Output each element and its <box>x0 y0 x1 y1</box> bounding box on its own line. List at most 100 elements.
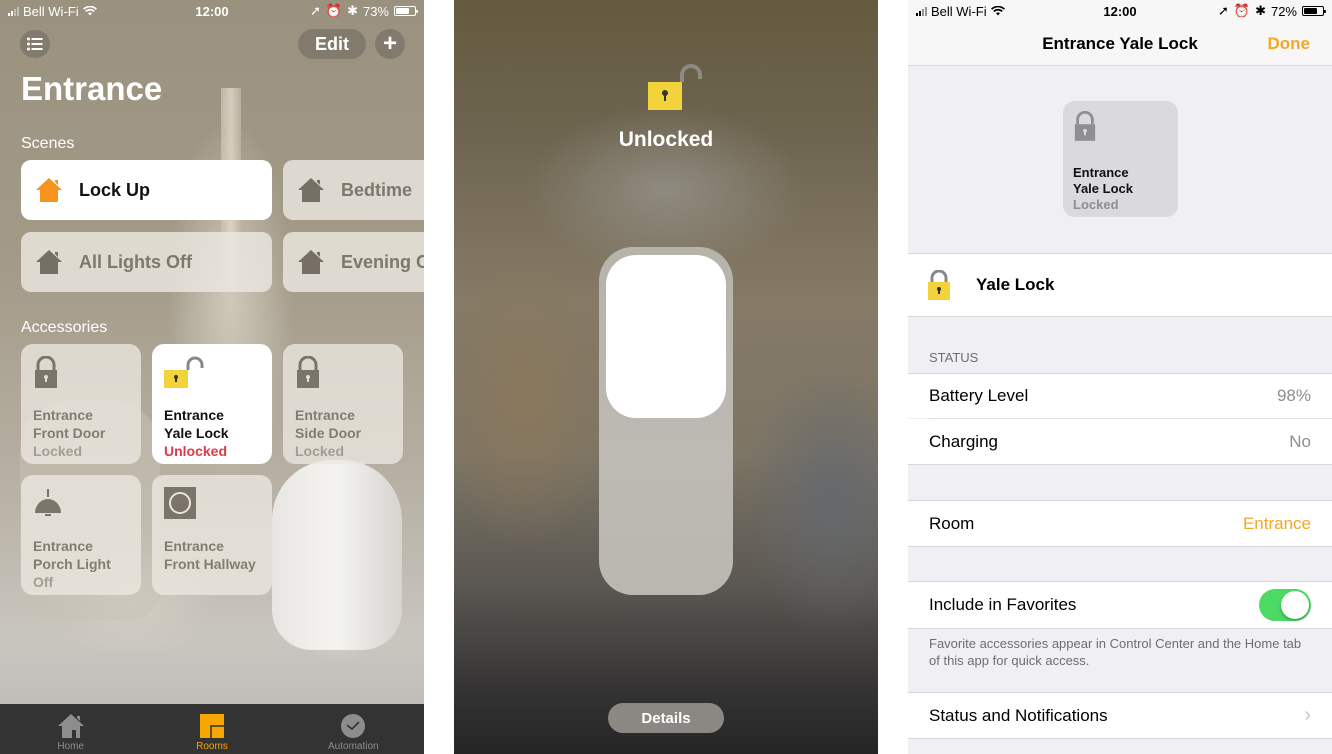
house-icon <box>36 250 62 274</box>
include-favorites-row: Include in Favorites <box>908 582 1332 628</box>
accessories-section-label: Accessories <box>21 319 108 336</box>
lock-state-label: Unlocked <box>618 128 714 151</box>
scene-evening[interactable]: Evening C <box>283 232 424 292</box>
status-section-header: STATUS <box>929 350 979 365</box>
row-label: Charging <box>929 431 998 451</box>
location-icon: ➚ <box>309 3 321 18</box>
accessory-name: Yale Lock <box>976 275 1055 294</box>
lock-open-icon <box>164 356 204 388</box>
alarm-icon: ⏰ <box>1233 3 1251 18</box>
scene-label: All Lights Off <box>79 251 192 272</box>
bluetooth-icon: ✱ <box>1255 3 1266 18</box>
preview-name: Yale Lock <box>1073 181 1133 196</box>
tab-bar: Home Rooms Automation <box>0 704 424 754</box>
tab-rooms[interactable]: Rooms <box>141 704 282 754</box>
accessory-status: Off <box>33 574 54 590</box>
scene-bedtime[interactable]: Bedtime <box>283 160 424 220</box>
room-title: Entrance <box>21 70 163 107</box>
accessory-tile-side-door[interactable]: Entrance Side Door Locked <box>283 344 403 464</box>
home-icon <box>57 714 84 738</box>
charging-row: Charging No <box>908 419 1332 464</box>
favorites-footnote: Favorite accessories appear in Control C… <box>929 636 1302 668</box>
accessory-room: Entrance <box>33 407 93 423</box>
navigation-bar: Entrance Yale Lock Done <box>908 22 1332 66</box>
accessory-room: Entrance <box>295 407 355 423</box>
toggle-thumb <box>1281 591 1309 619</box>
battery-percent: 72% <box>1270 3 1297 19</box>
accessory-status: Locked <box>33 443 83 459</box>
row-label: Status and Notifications <box>929 705 1108 725</box>
scene-all-lights-off[interactable]: All Lights Off <box>21 232 272 292</box>
accessory-details-screen: Bell Wi-Fi 12:00 ➚ ⏰ ✱ 72% Entrance Yale… <box>908 0 1332 754</box>
accessory-name: Side Door <box>295 425 362 441</box>
battery-percent: 73% <box>362 3 389 19</box>
accessory-tile-yale-lock[interactable]: Entrance Yale Lock Unlocked <box>152 344 272 464</box>
status-bar: Bell Wi-Fi 12:00 ➚ ⏰ ✱ 73% <box>0 0 424 22</box>
row-label: Room <box>929 513 975 533</box>
accessory-name-row[interactable]: Yale Lock <box>908 254 1332 316</box>
preview-status: Locked <box>1073 197 1119 212</box>
house-icon <box>36 178 62 202</box>
add-button[interactable]: + <box>375 29 405 59</box>
charging-value: No <box>1289 431 1311 451</box>
lock-switch-knob[interactable] <box>606 255 726 418</box>
accessory-name: Front Hallway <box>164 556 256 572</box>
lock-closed-icon <box>35 355 57 388</box>
row-label: Battery Level <box>929 386 1029 405</box>
bluetooth-icon: ✱ <box>347 3 358 18</box>
scene-label: Evening C <box>341 251 424 272</box>
favorites-toggle[interactable] <box>1259 589 1311 621</box>
lock-toggle-switch[interactable] <box>599 247 733 595</box>
room-row[interactable]: Room Entrance <box>908 501 1332 546</box>
status-notifications-row[interactable]: Status and Notifications › <box>908 693 1332 738</box>
lock-closed-icon <box>297 355 319 388</box>
accessory-name: Yale Lock <box>164 425 229 441</box>
house-icon <box>298 178 324 202</box>
battery-icon <box>394 6 418 16</box>
accessory-room: Entrance <box>164 407 224 423</box>
room-value[interactable]: Entrance <box>1243 514 1311 534</box>
row-label: Include in Favorites <box>929 595 1077 614</box>
details-button[interactable]: Details <box>608 703 724 733</box>
battery-level-value: 98% <box>1276 386 1311 405</box>
accessory-tile-front-door[interactable]: Entrance Front Door Locked <box>21 344 141 464</box>
pendant-light-icon <box>35 489 61 516</box>
scene-label: Lock Up <box>79 179 151 200</box>
lock-control-screen: Unlocked Details <box>454 0 878 754</box>
accessory-status: Unlocked <box>164 443 228 459</box>
tab-automation[interactable]: Automation <box>283 704 424 754</box>
menu-button[interactable] <box>20 30 50 58</box>
divider <box>908 628 1332 629</box>
lock-open-icon <box>648 64 702 110</box>
background-vase <box>272 460 402 650</box>
divider <box>908 546 1332 547</box>
edit-button[interactable]: Edit <box>298 29 366 59</box>
done-button[interactable]: Done <box>1268 34 1311 54</box>
home-rooms-screen: Bell Wi-Fi 12:00 ➚ ⏰ ✱ 73% Edit + Entran… <box>0 0 424 754</box>
accessory-name: Porch Light <box>33 556 111 572</box>
accessory-tile-porch-light[interactable]: Entrance Porch Light Off <box>21 475 141 595</box>
accessory-name: Front Door <box>33 425 106 441</box>
status-bar: Bell Wi-Fi 12:00 ➚ ⏰ ✱ 72% <box>908 0 1332 22</box>
clock-icon <box>341 714 366 738</box>
scene-label: Bedtime <box>341 179 413 200</box>
rooms-icon <box>199 714 224 738</box>
divider <box>908 316 1332 317</box>
battery-level-row: Battery Level 98% <box>908 374 1332 418</box>
tab-label: Rooms <box>196 741 228 752</box>
scene-lock-up[interactable]: Lock Up <box>21 160 272 220</box>
accessory-tile-front-hallway[interactable]: Entrance Front Hallway <box>152 475 272 595</box>
accessory-room: Entrance <box>164 538 224 554</box>
accessory-status: Locked <box>295 443 345 459</box>
tab-label: Automation <box>328 741 379 752</box>
list-icon <box>27 37 43 51</box>
tab-label: Home <box>57 741 84 752</box>
accessory-preview-tile: Entrance Yale Lock Locked <box>1063 101 1178 217</box>
sensor-icon <box>164 487 196 519</box>
divider <box>908 464 1332 465</box>
tab-home[interactable]: Home <box>0 704 141 754</box>
alarm-icon: ⏰ <box>325 3 343 18</box>
accessory-room: Entrance <box>33 538 93 554</box>
location-icon: ➚ <box>1217 3 1229 18</box>
scenes-section-label: Scenes <box>21 135 75 152</box>
